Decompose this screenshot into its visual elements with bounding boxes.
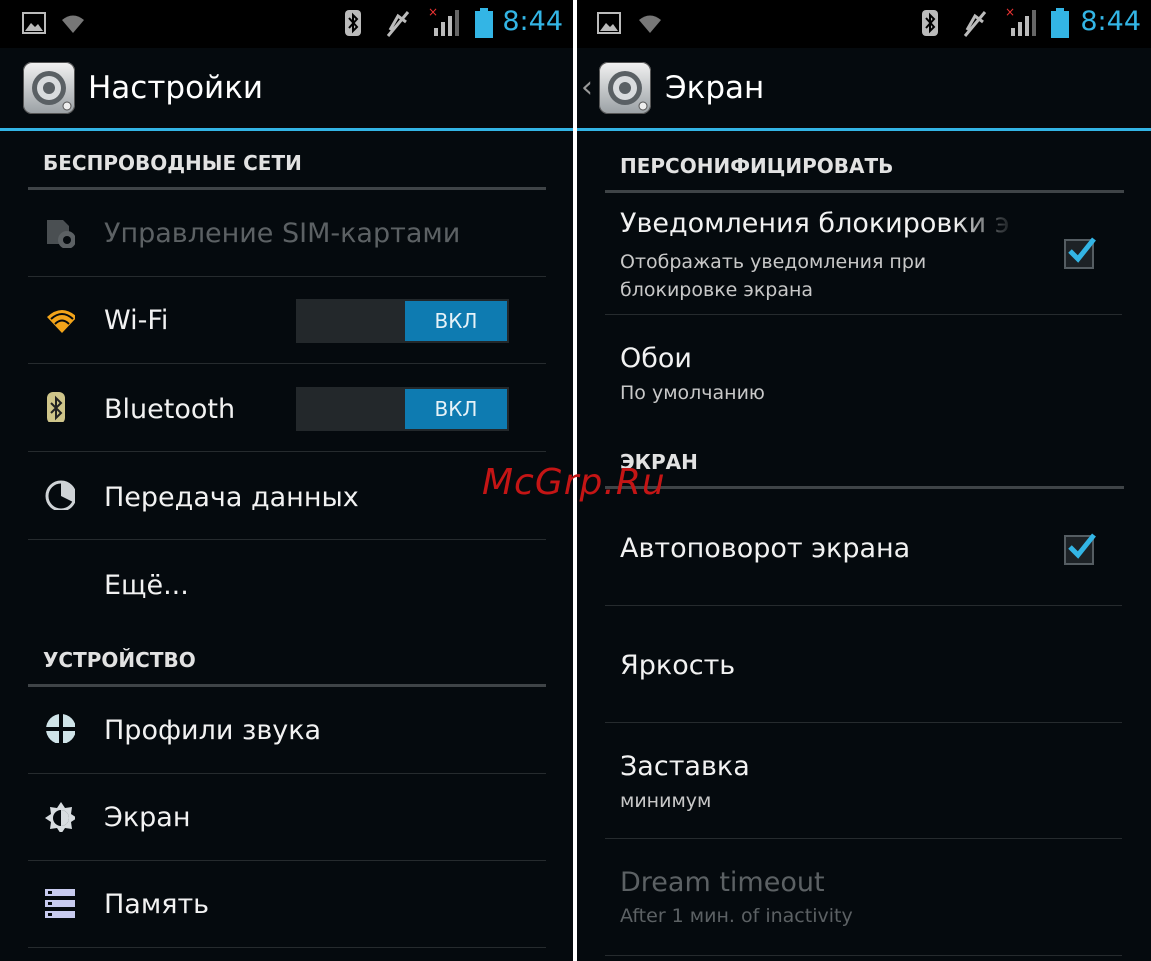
sound-profiles-label: Профили звука [104, 715, 322, 746]
screensaver-row[interactable]: Заставка минимум [605, 723, 1122, 839]
section-header-personalize: ПЕРСОНИФИЦИРОВАТЬ [605, 134, 1124, 193]
auto-rotate-row[interactable]: Автоповорот экрана [605, 489, 1122, 606]
wifi-icon [639, 15, 661, 33]
storage-icon [45, 889, 75, 918]
action-bar-divider [577, 128, 1151, 131]
dream-timeout-row[interactable]: Dream timeout After 1 мин. of inactivity [605, 839, 1122, 956]
section-header-wireless: БЕСПРОВОДНЫЕ СЕТИ [28, 131, 546, 190]
sound-profile-icon [45, 713, 75, 743]
sidebar-item-bluetooth[interactable]: Bluetooth ВКЛ [28, 364, 546, 452]
svg-text:×: × [428, 6, 438, 19]
display-label: Экран [104, 802, 191, 833]
bluetooth-icon [922, 10, 938, 36]
data-usage-icon [45, 480, 75, 510]
sidebar-item-more[interactable]: Ещё... [28, 540, 546, 628]
signal-icon: × [428, 6, 459, 36]
status-bar: × 8:44 [577, 0, 1151, 48]
sidebar-item-data-usage[interactable]: Передача данных [28, 452, 546, 540]
sidebar-item-sim-management[interactable]: Управление SIM-картами [28, 190, 546, 277]
storage-label: Память [104, 889, 210, 920]
gallery-icon [597, 12, 621, 34]
page-title: Экран [665, 70, 765, 106]
bluetooth-label: Bluetooth [104, 394, 236, 425]
sim-icon [47, 220, 75, 248]
mute-icon [963, 11, 987, 37]
sim-management-label: Управление SIM-картами [104, 218, 461, 249]
clock: 8:44 [502, 6, 563, 37]
wallpaper-summary: По умолчанию [620, 382, 765, 404]
watermark: McGrp.Ru [482, 462, 666, 503]
brightness-title: Яркость [620, 650, 736, 681]
screensaver-summary: минимум [620, 790, 712, 812]
dream-timeout-title: Dream timeout [620, 867, 825, 898]
brightness-row[interactable]: Яркость [605, 606, 1122, 723]
back-caret-icon[interactable]: ‹ [581, 70, 593, 105]
wifi-toggle[interactable]: ВКЛ [296, 299, 509, 343]
page-title: Настройки [88, 70, 264, 106]
title-fade [955, 208, 1015, 248]
lockscreen-notifications-summary: Отображать уведомления при блокировке эк… [620, 251, 927, 301]
svg-text:×: × [1005, 6, 1015, 19]
lockscreen-notifications-row[interactable]: Уведомления блокировки экрана Отображать… [605, 193, 1122, 315]
action-bar: ‹ Экран [577, 48, 1151, 131]
auto-rotate-checkbox[interactable] [1064, 533, 1096, 565]
wallpaper-title: Обои [620, 343, 692, 374]
more-label: Ещё... [104, 570, 189, 601]
action-bar: Настройки [0, 48, 573, 131]
screensaver-title: Заставка [620, 751, 750, 782]
wallpaper-row[interactable]: Обои По умолчанию [605, 315, 1122, 423]
sidebar-item-sound-profiles[interactable]: Профили звука [28, 687, 546, 774]
status-bar: × 8:44 [0, 0, 573, 48]
sidebar-item-display[interactable]: Экран [28, 774, 546, 861]
bluetooth-icon [47, 392, 65, 422]
display-icon [45, 802, 75, 832]
gallery-icon [22, 12, 46, 34]
bluetooth-icon [345, 10, 361, 36]
signal-icon: × [1005, 6, 1036, 36]
sidebar-item-wifi[interactable]: Wi-Fi ВКЛ [28, 277, 546, 364]
check-icon [1068, 533, 1096, 559]
wifi-label: Wi-Fi [104, 305, 169, 336]
sidebar-item-storage[interactable]: Память [28, 861, 546, 948]
battery-icon [475, 8, 493, 38]
bluetooth-toggle[interactable]: ВКЛ [296, 387, 509, 431]
lockscreen-notifications-checkbox[interactable] [1064, 237, 1096, 269]
lockscreen-notifications-title: Уведомления блокировки экрана [620, 208, 1010, 239]
clock: 8:44 [1080, 6, 1141, 37]
dream-timeout-summary: After 1 мин. of inactivity [620, 905, 853, 927]
section-header-screen: ЭКРАН [605, 430, 1124, 489]
bluetooth-toggle-on: ВКЛ [405, 389, 507, 429]
section-header-device: УСТРОЙСТВО [28, 628, 546, 687]
wifi-toggle-on: ВКЛ [405, 301, 507, 341]
mute-icon [386, 11, 410, 37]
check-icon [1068, 237, 1096, 263]
wifi-icon [47, 310, 75, 333]
battery-icon [1051, 8, 1069, 38]
data-usage-label: Передача данных [104, 482, 359, 513]
wifi-icon [62, 15, 84, 33]
auto-rotate-title: Автоповорот экрана [620, 533, 911, 564]
settings-app-icon[interactable] [599, 62, 651, 114]
settings-app-icon[interactable] [23, 62, 75, 114]
